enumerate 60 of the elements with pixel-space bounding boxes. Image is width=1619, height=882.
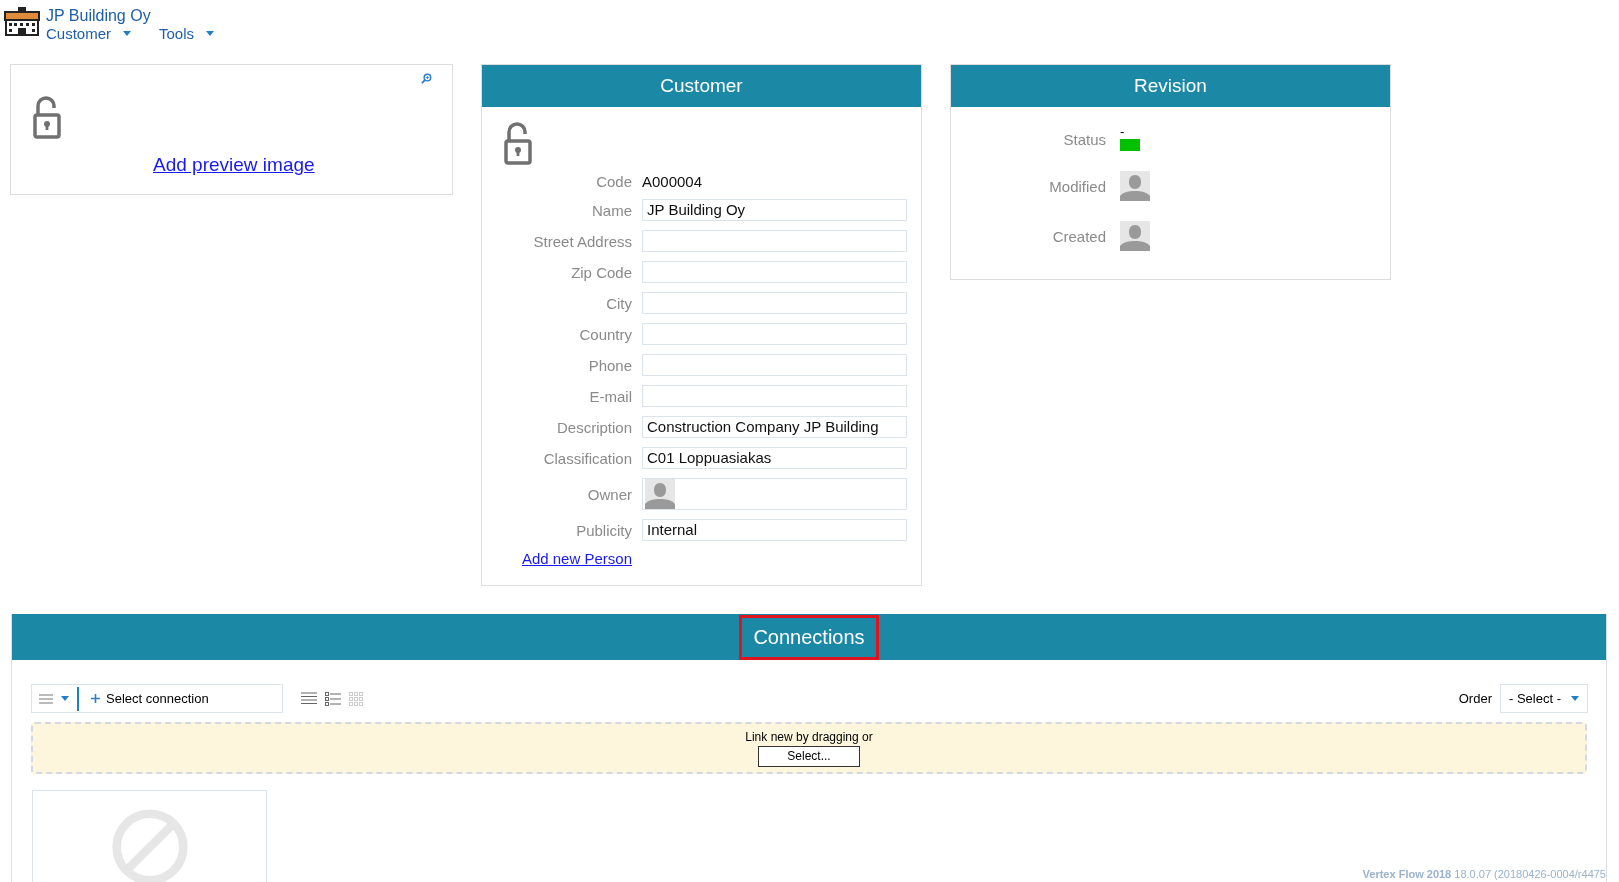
field-label: Street Address [532, 232, 632, 250]
select-button[interactable]: Select... [758, 745, 860, 767]
detail-list-icon[interactable] [325, 691, 341, 706]
avatar-icon [1120, 171, 1150, 201]
order-dropdown[interactable]: - Select - [1500, 684, 1588, 713]
status-value: - [1120, 127, 1126, 137]
input-field[interactable]: Internal [642, 519, 907, 541]
order-label: Order [1458, 691, 1492, 706]
input-field[interactable] [642, 385, 907, 407]
prohibited-icon [109, 807, 190, 882]
add-preview-link[interactable]: Add preview image [153, 154, 315, 176]
field-label: Name [591, 201, 632, 219]
field-label: Country [578, 325, 632, 343]
field-label: Phone [587, 356, 632, 374]
input-field[interactable] [642, 323, 907, 345]
drop-zone[interactable]: Link new by dragging or Select... [31, 722, 1587, 774]
panel-header: Customer [482, 65, 921, 107]
caret-icon [1571, 696, 1579, 701]
building-icon [4, 6, 40, 36]
field-label: Status [1062, 130, 1106, 148]
input-field[interactable] [642, 354, 907, 376]
field-label: Classification [542, 449, 632, 467]
zoom-icon[interactable] [421, 73, 432, 84]
input-field[interactable] [642, 230, 907, 252]
company-title: JP Building Oy [46, 6, 152, 25]
input-field[interactable]: C01 Loppuasiakas [642, 447, 907, 469]
field-label: Publicity [575, 521, 632, 539]
avatar-icon [1120, 221, 1150, 251]
field-label: Created [1051, 227, 1106, 245]
code-value: A000004 [642, 173, 704, 190]
menu-button[interactable]: Tools [159, 25, 215, 42]
owner-field[interactable] [642, 478, 907, 510]
input-field[interactable] [642, 292, 907, 314]
padlock-icon [33, 95, 61, 139]
field-label: Description [555, 418, 632, 436]
caret-icon[interactable] [61, 696, 69, 701]
field-label: E-mail [588, 387, 632, 405]
padlock-icon [504, 121, 532, 165]
menu-button[interactable]: Customer [46, 25, 132, 42]
panel-header: Revision [951, 65, 1390, 107]
connections-title: Connections [739, 614, 879, 660]
avatar-icon [645, 479, 675, 509]
list-view-icon[interactable] [301, 691, 317, 706]
caret-icon [123, 31, 132, 36]
field-label: City [605, 294, 632, 312]
field-label: Code [595, 173, 632, 190]
plus-icon [91, 694, 100, 703]
field-label: Zip Code [570, 263, 632, 281]
field-label: Modified [1048, 177, 1106, 195]
caret-icon [206, 31, 215, 36]
select-connection-button[interactable]: Select connection [87, 691, 213, 706]
menu-icon[interactable] [39, 693, 53, 704]
grid-view-icon[interactable] [349, 691, 363, 706]
input-field[interactable]: JP Building Oy [642, 199, 907, 221]
input-field[interactable]: Construction Company JP Building [642, 416, 907, 438]
input-field[interactable] [642, 261, 907, 283]
drop-hint: Link new by dragging or [745, 729, 873, 744]
add-person-link[interactable]: Add new Person [521, 550, 632, 567]
version-text: Vertex Flow 2018 18.0.07 (20180426-0004/r4475 [1362, 868, 1606, 880]
field-label: Owner [586, 485, 632, 503]
